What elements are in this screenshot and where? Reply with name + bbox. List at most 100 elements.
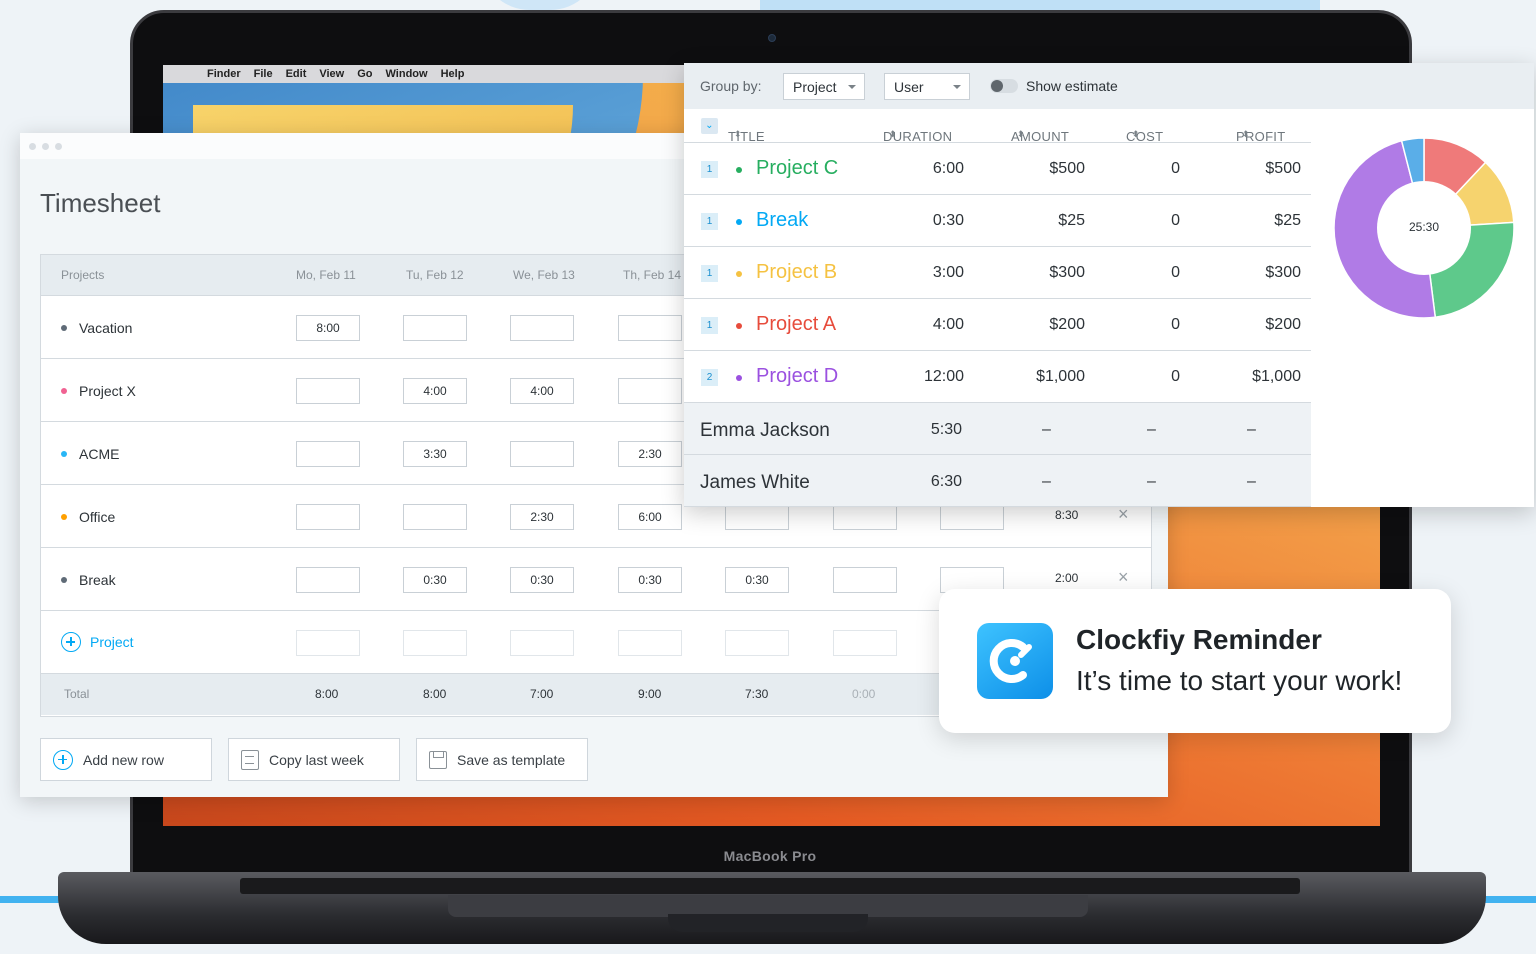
column-header-day: Mo, Feb 11 bbox=[296, 268, 356, 282]
expand-all-checkbox[interactable]: ⌄ bbox=[701, 118, 718, 134]
entry-count-badge: 2 bbox=[701, 369, 718, 386]
day-total: 9:00 bbox=[638, 687, 662, 701]
report-cost: 0 bbox=[1171, 316, 1180, 333]
copy-last-week-label: Copy last week bbox=[269, 751, 364, 768]
time-cell[interactable] bbox=[725, 504, 789, 530]
time-cell[interactable] bbox=[403, 315, 467, 341]
time-cell[interactable]: 0:30 bbox=[510, 567, 574, 593]
time-cell[interactable] bbox=[510, 630, 574, 656]
report-cost: 0 bbox=[1171, 160, 1180, 177]
time-cell[interactable]: 6:00 bbox=[618, 504, 682, 530]
window-close-dot[interactable] bbox=[29, 142, 36, 150]
report-user-row[interactable]: Emma Jackson 5:30 – – – bbox=[684, 403, 1311, 455]
report-project-row[interactable]: 1 Project C 6:00 $500 0 $500 bbox=[684, 143, 1311, 195]
time-cell[interactable] bbox=[833, 567, 897, 593]
day-total: 8:00 bbox=[423, 687, 447, 701]
time-cell[interactable] bbox=[296, 567, 360, 593]
menu-file[interactable]: File bbox=[254, 68, 273, 80]
time-cell[interactable] bbox=[296, 630, 360, 656]
reminder-message: It’s time to start your work! bbox=[1076, 665, 1403, 696]
page-title: Timesheet bbox=[40, 188, 161, 218]
time-cell[interactable]: 2:30 bbox=[618, 441, 682, 467]
time-cell[interactable] bbox=[296, 441, 360, 467]
time-cell[interactable] bbox=[833, 630, 897, 656]
group-by-secondary-select[interactable]: User bbox=[884, 73, 970, 100]
time-cell[interactable]: 4:00 bbox=[403, 378, 467, 404]
save-as-template-label: Save as template bbox=[457, 751, 566, 768]
report-amount: $1,000 bbox=[1036, 368, 1085, 385]
menu-finder[interactable]: Finder bbox=[207, 68, 241, 80]
time-cell[interactable] bbox=[510, 315, 574, 341]
report-profit: – bbox=[1247, 473, 1256, 490]
time-cell[interactable] bbox=[940, 504, 1004, 530]
report-user-row[interactable]: James White 6:30 – – – bbox=[684, 455, 1311, 507]
group-by-secondary-value: User bbox=[894, 79, 924, 95]
plus-circle-icon bbox=[61, 632, 81, 652]
copy-last-week-button[interactable]: Copy last week bbox=[228, 738, 400, 781]
report-project-row[interactable]: 1 Project B 3:00 $300 0 $300 bbox=[684, 247, 1311, 299]
time-cell[interactable] bbox=[725, 630, 789, 656]
time-cell[interactable]: 0:30 bbox=[403, 567, 467, 593]
time-cell[interactable] bbox=[618, 630, 682, 656]
project-name: Break bbox=[79, 572, 116, 588]
add-project-label: Project bbox=[90, 634, 134, 650]
report-profit: $300 bbox=[1265, 264, 1301, 281]
add-new-row-button[interactable]: Add new row bbox=[40, 738, 212, 781]
menu-view[interactable]: View bbox=[319, 68, 344, 80]
mac-menubar: Finder File Edit View Go Window Help bbox=[163, 65, 723, 83]
time-cell[interactable]: 3:30 bbox=[403, 441, 467, 467]
user-name: James White bbox=[700, 472, 810, 493]
time-cell[interactable] bbox=[510, 441, 574, 467]
report-amount: $25 bbox=[1058, 212, 1085, 229]
time-cell[interactable]: 0:30 bbox=[618, 567, 682, 593]
close-icon[interactable]: × bbox=[1118, 505, 1132, 523]
chevron-down-icon bbox=[953, 85, 961, 89]
time-cell[interactable] bbox=[618, 315, 682, 341]
menu-help[interactable]: Help bbox=[441, 68, 465, 80]
time-cell[interactable] bbox=[833, 504, 897, 530]
report-profit: – bbox=[1247, 421, 1256, 438]
menu-edit[interactable]: Edit bbox=[286, 68, 307, 80]
close-icon[interactable]: × bbox=[1118, 568, 1132, 586]
group-by-primary-select[interactable]: Project bbox=[783, 73, 865, 100]
add-new-row-label: Add new row bbox=[83, 751, 164, 768]
report-amount: – bbox=[1042, 473, 1051, 490]
project-color-dot bbox=[61, 451, 67, 457]
time-cell[interactable] bbox=[296, 378, 360, 404]
window-zoom-dot[interactable] bbox=[55, 142, 62, 150]
report-project-row[interactable]: 2 Project D 12:00 $1,000 0 $1,000 bbox=[684, 351, 1311, 403]
reminder-notification[interactable]: Clockfiy Reminder It’s time to start you… bbox=[939, 589, 1451, 733]
time-cell[interactable]: 2:30 bbox=[510, 504, 574, 530]
time-cell[interactable]: 4:00 bbox=[510, 378, 574, 404]
report-profit: $1,000 bbox=[1252, 368, 1301, 385]
report-cost: – bbox=[1147, 473, 1156, 490]
time-cell[interactable] bbox=[296, 504, 360, 530]
donut-center-label: 25:30 bbox=[1408, 220, 1440, 234]
sort-icon: ⬍ bbox=[1017, 129, 1025, 139]
window-minimize-dot[interactable] bbox=[42, 142, 49, 150]
time-cell[interactable] bbox=[618, 378, 682, 404]
menu-go[interactable]: Go bbox=[357, 68, 372, 80]
show-estimate-toggle[interactable] bbox=[990, 79, 1018, 93]
project-color-dot bbox=[61, 388, 67, 394]
report-project-row[interactable]: 1 Project A 4:00 $200 0 $200 bbox=[684, 299, 1311, 351]
save-as-template-button[interactable]: Save as template bbox=[416, 738, 588, 781]
menu-window[interactable]: Window bbox=[386, 68, 428, 80]
add-project-button[interactable]: Project bbox=[61, 632, 134, 652]
day-total: 7:30 bbox=[745, 687, 769, 701]
column-header-projects: Projects bbox=[61, 268, 105, 282]
time-cell[interactable]: 8:00 bbox=[296, 315, 360, 341]
report-duration: 4:00 bbox=[932, 316, 964, 333]
chevron-down-icon bbox=[848, 85, 856, 89]
report-project-row[interactable]: 1 Break 0:30 $25 0 $25 bbox=[684, 195, 1311, 247]
time-cell[interactable]: 0:30 bbox=[725, 567, 789, 593]
laptop-notch bbox=[668, 914, 868, 932]
report-panel: Group by: Project User Show estimate ⌄ T… bbox=[684, 63, 1534, 507]
group-by-label: Group by: bbox=[700, 78, 762, 94]
report-cost: 0 bbox=[1171, 264, 1180, 281]
time-cell[interactable] bbox=[403, 504, 467, 530]
row-total: 2:00 bbox=[1055, 571, 1079, 585]
column-header-day: Tu, Feb 12 bbox=[406, 268, 464, 282]
report-duration: 6:00 bbox=[932, 160, 964, 177]
time-cell[interactable] bbox=[403, 630, 467, 656]
